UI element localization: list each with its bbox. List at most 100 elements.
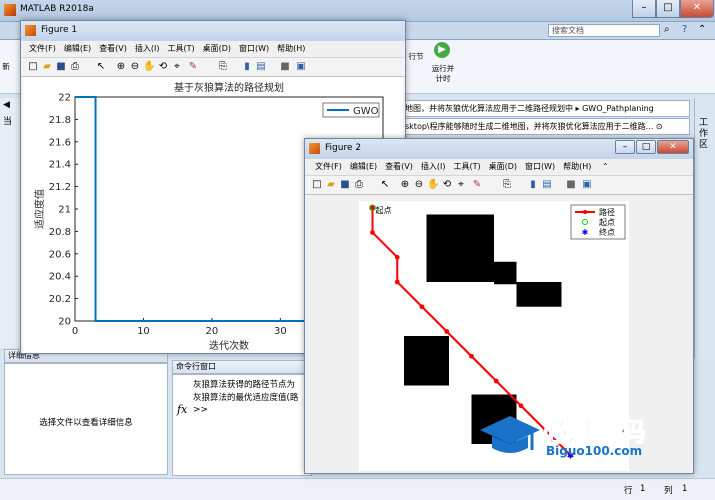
menu-desktop[interactable]: 桌面(D) xyxy=(489,159,517,174)
zoom-in-icon[interactable]: ⊕ xyxy=(115,61,127,73)
menu-file[interactable]: 文件(F) xyxy=(29,41,56,56)
app-title: MATLAB R2018a xyxy=(20,4,94,14)
row-value: 1 xyxy=(640,484,646,494)
figure-icon xyxy=(25,25,36,36)
menu-tools[interactable]: 工具(T) xyxy=(453,159,480,174)
y-tick-label: 21.6 xyxy=(49,137,71,148)
matlab-logo-icon xyxy=(4,4,16,16)
figure-2-titlebar[interactable]: Figure 2 – □ ✕ xyxy=(305,139,693,159)
path-node xyxy=(419,304,425,310)
run-section-button[interactable]: 行节 xyxy=(406,52,426,62)
x-tick-label: 0 xyxy=(72,326,78,337)
watermark-url: Biguo100.com xyxy=(546,444,643,458)
save-icon[interactable]: ■ xyxy=(55,61,67,73)
x-axis-label: 迭代次数 xyxy=(209,339,249,352)
menu-file[interactable]: 文件(F) xyxy=(315,159,342,174)
rotate-icon[interactable]: ⟲ xyxy=(157,61,169,73)
menu-insert[interactable]: 插入(I) xyxy=(135,41,160,56)
print-icon[interactable]: ⎙ xyxy=(69,61,81,73)
workspace-label: 工作区 xyxy=(699,118,709,150)
colorbar-icon[interactable]: ▮ xyxy=(527,179,539,191)
command-window[interactable]: 灰狼算法获得的路径节点为 灰狼算法的最优适应度值(路 fx >> xyxy=(172,374,312,476)
y-axis-label: 适应度值 xyxy=(33,189,46,229)
run-timer-icon[interactable]: ▶ xyxy=(434,42,450,58)
legend-box xyxy=(570,204,626,240)
minimize-button[interactable]: – xyxy=(632,0,656,18)
pan-icon[interactable]: ✋ xyxy=(427,179,439,191)
new-figure-icon[interactable]: □ xyxy=(311,179,323,191)
menu-edit[interactable]: 编辑(E) xyxy=(350,159,377,174)
command-prompt[interactable]: >> xyxy=(193,405,208,415)
menu-help[interactable]: 帮助(H) xyxy=(563,159,591,174)
dock-icon[interactable]: ▣ xyxy=(581,179,593,191)
obstacle-block xyxy=(404,336,449,386)
menu-desktop[interactable]: 桌面(D) xyxy=(203,41,231,56)
data-cursor-icon[interactable]: ⌖ xyxy=(171,61,183,73)
close-button[interactable]: ✕ xyxy=(680,0,714,18)
legend-icon[interactable]: ▤ xyxy=(541,179,553,191)
new-figure-icon[interactable]: □ xyxy=(27,61,39,73)
legend-icon[interactable]: ▤ xyxy=(255,61,267,73)
zoom-in-icon[interactable]: ⊕ xyxy=(399,179,411,191)
help-icon[interactable]: ? xyxy=(682,24,694,36)
y-tick-label: 20.8 xyxy=(49,227,71,238)
watermark: 必过源码 Biguo100.com xyxy=(480,408,690,464)
run-and-time-button[interactable]: 运行并 计时 xyxy=(426,64,460,84)
menu-window[interactable]: 窗口(W) xyxy=(525,159,555,174)
open-file-icon[interactable]: ▰ xyxy=(41,61,53,73)
zoom-out-icon[interactable]: ⊖ xyxy=(413,179,425,191)
x-tick-label: 20 xyxy=(206,326,219,337)
left-side-panel: ◀ 当 xyxy=(0,98,20,348)
maximize-button[interactable]: □ xyxy=(656,0,680,18)
colorbar-icon[interactable]: ▮ xyxy=(241,61,253,73)
col-label: 列 xyxy=(664,486,673,496)
y-tick-label: 21.4 xyxy=(49,160,71,171)
figure-2-minimize-button[interactable]: – xyxy=(615,140,635,154)
menu-insert[interactable]: 插入(I) xyxy=(421,159,446,174)
ribbon-new-button[interactable]: 新 xyxy=(0,62,12,72)
open-file-icon[interactable]: ▰ xyxy=(325,179,337,191)
figure-2-maximize-button[interactable]: □ xyxy=(636,140,656,154)
figure-1-titlebar[interactable]: Figure 1 xyxy=(21,21,405,41)
menu-view[interactable]: 查看(V) xyxy=(99,41,127,56)
address-bar[interactable]: 地图，并将灰狼优化算法应用于二维路径规划中 ▸ GWO_Pathplaning xyxy=(400,100,690,117)
graduation-cap-icon xyxy=(480,416,540,453)
collapse-arrow-icon[interactable]: ◀ xyxy=(3,100,10,110)
expand-ribbon-icon[interactable]: ⌃ xyxy=(698,24,710,36)
hide-tools-icon[interactable]: ■ xyxy=(279,61,291,73)
pan-icon[interactable]: ✋ xyxy=(143,61,155,73)
fx-icon[interactable]: fx xyxy=(177,403,187,416)
pointer-icon[interactable]: ↖ xyxy=(379,179,391,191)
data-cursor-icon[interactable]: ⌖ xyxy=(455,179,467,191)
pointer-icon[interactable]: ↖ xyxy=(95,61,107,73)
save-icon[interactable]: ■ xyxy=(339,179,351,191)
figure-2-title: Figure 2 xyxy=(325,143,362,153)
link-icon[interactable]: ⎘ xyxy=(501,179,513,191)
brush-icon[interactable]: ✎ xyxy=(471,179,483,191)
print-icon[interactable]: ⎙ xyxy=(353,179,365,191)
link-icon[interactable]: ⎘ xyxy=(217,61,229,73)
y-tick-label: 20.6 xyxy=(49,249,71,260)
menu-view[interactable]: 查看(V) xyxy=(385,159,413,174)
path-node xyxy=(493,378,499,384)
zoom-out-icon[interactable]: ⊖ xyxy=(129,61,141,73)
rotate-icon[interactable]: ⟲ xyxy=(441,179,453,191)
current-folder-tab[interactable]: 当 xyxy=(3,114,12,127)
start-label: 起点 xyxy=(376,206,392,215)
search-input[interactable]: 搜索文档 xyxy=(548,24,660,37)
workspace-side-panel[interactable]: 工作区 xyxy=(694,98,715,358)
menu-edit[interactable]: 编辑(E) xyxy=(64,41,91,56)
figure-2-close-button[interactable]: ✕ xyxy=(657,140,689,154)
details-panel: 选择文件以查看详细信息 xyxy=(4,363,168,475)
figure-2-toolbar: □ ▰ ■ ⎙ ↖ ⊕ ⊖ ✋ ⟲ ⌖ ✎ ⎘ ▮ ▤ ■ ▣ xyxy=(305,175,693,195)
y-tick-label: 21 xyxy=(58,205,71,216)
brush-icon[interactable]: ✎ xyxy=(187,61,199,73)
figure-1-menubar: 文件(F) 编辑(E) 查看(V) 插入(I) 工具(T) 桌面(D) 窗口(W) 帮助(H) xyxy=(21,41,405,57)
menu-help[interactable]: 帮助(H) xyxy=(277,41,305,56)
dock-icon[interactable]: ▣ xyxy=(295,61,307,73)
menu-tools[interactable]: 工具(T) xyxy=(167,41,194,56)
menu-window[interactable]: 窗口(W) xyxy=(239,41,269,56)
menu-dock-arrow-icon[interactable]: ⌃ xyxy=(602,159,609,174)
hide-tools-icon[interactable]: ■ xyxy=(565,179,577,191)
search-icon[interactable]: ⌕ xyxy=(664,24,676,36)
